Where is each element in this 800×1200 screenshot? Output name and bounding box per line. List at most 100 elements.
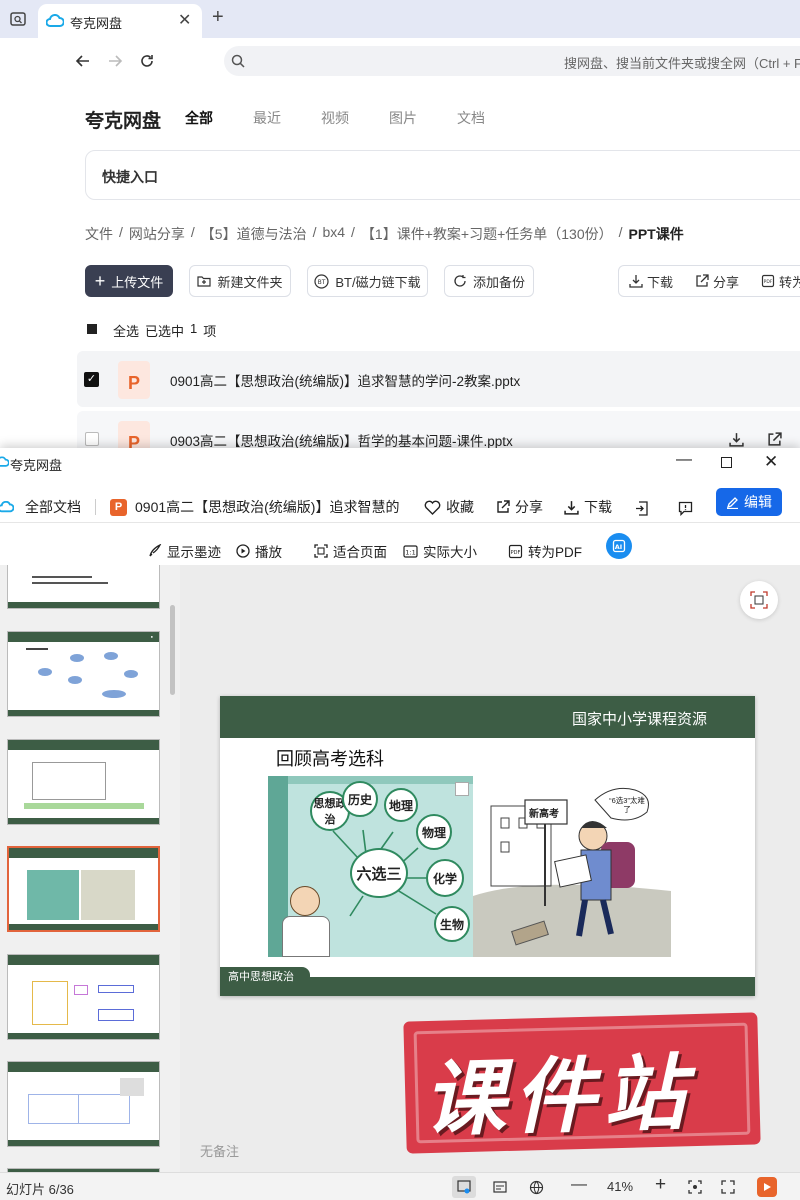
select-all-checkbox[interactable] (87, 324, 97, 334)
bt-download-button[interactable]: BT BT/磁力链下载 (307, 265, 428, 297)
center-bubble: 六选三 (350, 848, 408, 898)
globe-icon[interactable] (527, 1178, 545, 1196)
notes-placeholder[interactable]: 无备注 (200, 1141, 239, 1160)
row-download-icon[interactable] (727, 430, 745, 448)
minimize-icon[interactable]: — (676, 451, 692, 469)
thumbnail-scrollbar[interactable] (170, 605, 175, 695)
fullscreen-icon[interactable] (719, 1178, 737, 1196)
file-row[interactable]: ✓ P 0901高二【思想政治(统编版)】追求智慧的学问-2教案.pptx (77, 351, 800, 407)
nav-images[interactable]: 图片 (389, 108, 417, 128)
normal-view-icon[interactable] (452, 1176, 476, 1198)
quick-entry-label: 快捷入口 (102, 169, 158, 185)
actual-size-button[interactable]: 1:1 实际大小 (403, 537, 477, 565)
play-icon (236, 544, 250, 558)
nav-recent[interactable]: 最近 (253, 108, 281, 128)
search-placeholder: 搜网盘、搜当前文件夹或搜全网（Ctrl + F） (564, 56, 800, 71)
fit-page-button[interactable]: 适合页面 (314, 537, 387, 565)
feedback-icon[interactable] (676, 499, 694, 517)
slide-thumbnails-panel[interactable]: ● (0, 565, 180, 1172)
refresh-icon[interactable] (136, 50, 158, 72)
slide-footer-tab: 高中思想政治 (220, 967, 310, 983)
upload-button[interactable]: + 上传文件 (85, 265, 173, 297)
share-icon (696, 274, 709, 287)
new-folder-button[interactable]: 新建文件夹 (189, 265, 291, 297)
maximize-icon[interactable] (721, 457, 732, 468)
subject-bubble: 生物 (434, 906, 470, 942)
new-tab-icon[interactable]: + (212, 6, 224, 29)
crumb-share[interactable]: 网站分享 (129, 224, 185, 244)
search-icon (230, 53, 246, 69)
pdf-icon: PDF (508, 544, 523, 558)
viewer-share-button[interactable]: 分享 (496, 492, 543, 522)
fit-screen-icon[interactable] (686, 1178, 704, 1196)
share-button[interactable]: 分享 (695, 272, 739, 291)
crumb-bx4[interactable]: bx4 (322, 224, 345, 244)
notes-view-icon[interactable] (491, 1178, 509, 1196)
ink-button[interactable]: 显示墨迹 (148, 537, 221, 565)
play-button[interactable]: 播放 (236, 537, 282, 565)
crumb-morality[interactable]: 【5】道德与法治 (201, 224, 307, 244)
zoom-out-icon[interactable]: — (571, 1176, 587, 1194)
zoom-in-icon[interactable]: + (655, 1174, 666, 1196)
zoom-image-icon[interactable] (455, 782, 469, 796)
browser-tab[interactable]: 夸克网盘 ✕ (38, 4, 202, 38)
current-slide: 国家中小学课程资源 回顾高考选科 思想政治 历史 地理 物理 化学 生物 六选三… (220, 696, 755, 996)
browser-tab-bar: 夸克网盘 ✕ + (0, 0, 800, 38)
file-name[interactable]: 0901高二【思想政治(统编版)】追求智慧的学问-2教案.pptx (170, 370, 520, 390)
slide-title: 回顾高考选科 (276, 749, 384, 769)
all-docs-button[interactable]: 全部文档 (0, 492, 81, 522)
select-all-label[interactable]: 全选 (113, 321, 139, 340)
edit-button[interactable]: 编辑 (716, 488, 782, 516)
ai-assistant-icon[interactable]: AI (606, 533, 632, 559)
ink-icon (149, 544, 162, 557)
search-bar[interactable]: 搜网盘、搜当前文件夹或搜全网（Ctrl + F） (224, 46, 800, 76)
slide-stage: 国家中小学课程资源 回顾高考选科 思想政治 历史 地理 物理 化学 生物 六选三… (180, 565, 800, 1172)
doc-title: 0901高二【思想政治(统编版)】追求智慧的 (135, 499, 400, 515)
slide-thumbnail[interactable] (7, 565, 160, 609)
tab-search-icon[interactable] (6, 7, 30, 31)
download-button[interactable]: 下载 (629, 272, 673, 291)
forward-icon[interactable] (104, 50, 126, 72)
tab-close-icon[interactable]: ✕ (178, 10, 191, 30)
export-icon[interactable] (633, 499, 651, 517)
teacher-figure (290, 886, 320, 916)
slide-thumbnail[interactable]: ● (7, 631, 160, 717)
svg-text:1:1: 1:1 (405, 548, 415, 556)
bt-icon: BT (314, 273, 329, 289)
row-share-icon[interactable] (765, 430, 783, 448)
slide-thumbnail[interactable] (7, 739, 160, 825)
viewer-download-button[interactable]: 下载 (564, 492, 612, 522)
back-icon[interactable] (72, 50, 94, 72)
actual-size-icon: 1:1 (403, 544, 418, 558)
file-actions-group: 下载 分享 PDF 转为 (618, 265, 800, 297)
nav-video[interactable]: 视频 (321, 108, 349, 128)
svg-text:PDF: PDF (511, 549, 521, 555)
add-backup-button[interactable]: 添加备份 (444, 265, 534, 297)
nav-docs[interactable]: 文档 (457, 108, 485, 128)
slide-thumbnail[interactable] (7, 954, 160, 1040)
slide-counter: 幻灯片 6/36 (6, 1182, 74, 1197)
pencil-icon (726, 496, 738, 509)
slideshow-play-icon[interactable] (757, 1177, 777, 1197)
favorite-button[interactable]: 收藏 (424, 492, 474, 522)
svg-text:BT: BT (318, 279, 326, 286)
crumb-files[interactable]: 文件 (85, 224, 113, 244)
watermark-text: 课件站 (422, 1046, 695, 1149)
slide-thumbnail[interactable] (7, 1061, 160, 1147)
cloud-icon (0, 501, 14, 513)
to-pdf-button[interactable]: PDF 转为PDF (508, 537, 582, 565)
file-checkbox-checked[interactable]: ✓ (84, 372, 99, 387)
crumb-courseware[interactable]: 【1】课件+教案+习题+任务单（130份） (361, 224, 613, 244)
download-icon (564, 500, 579, 515)
ocr-icon[interactable] (740, 581, 778, 619)
download-icon (629, 275, 643, 288)
sign-text: 新高考 (529, 809, 559, 820)
divider (95, 499, 96, 515)
file-checkbox[interactable] (85, 432, 99, 446)
file-name[interactable]: 0903高二【思想政治(统编版)】哲学的基本问题-课件.pptx (170, 430, 513, 450)
close-window-icon[interactable]: ✕ (764, 452, 778, 472)
slide-thumbnail-active[interactable] (7, 846, 160, 932)
nav-all[interactable]: 全部 (185, 108, 213, 128)
quick-entry-panel[interactable]: 快捷入口 (85, 150, 800, 200)
convert-button[interactable]: PDF 转为 (761, 272, 800, 291)
